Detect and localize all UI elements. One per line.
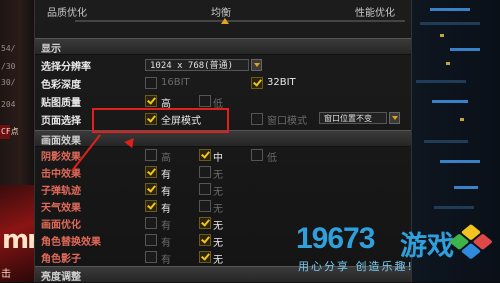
checkbox-trail-on[interactable]: [145, 183, 157, 195]
left-edge-text: 击: [1, 269, 11, 280]
annotation-highlight-box: [92, 108, 229, 133]
checkbox-shadow-high[interactable]: [145, 149, 157, 161]
checkbox-texture-low[interactable]: [199, 95, 211, 107]
right-edge-bar: [440, 160, 480, 163]
row-label: 角色替换效果: [41, 237, 101, 248]
window-position-dropdown-button[interactable]: [389, 112, 400, 124]
right-edge-dot: [440, 34, 444, 37]
right-edge-dot: [446, 62, 450, 65]
option-off: 无: [213, 170, 223, 181]
option-on: 有: [161, 204, 171, 215]
resolution-select[interactable]: 1024 x 768(普通): [145, 59, 249, 71]
checkbox-optimize-on[interactable]: [145, 217, 157, 229]
option-medium: 中: [213, 153, 223, 164]
left-edge-text: /30: [1, 62, 16, 71]
checkbox-16bit[interactable]: [145, 77, 157, 89]
window-position-select[interactable]: 窗口位置不变: [319, 112, 387, 124]
slider-label-balanced: 均衡: [211, 8, 231, 19]
checkbox-optimize-off[interactable]: [199, 217, 211, 229]
checkbox-hit-off[interactable]: [199, 166, 211, 178]
option-off: 无: [213, 187, 223, 198]
row-label: 贴图质量: [41, 98, 81, 109]
watermark-number: 19673: [296, 222, 375, 255]
option-low: 低: [267, 153, 277, 164]
option-window-mode: 窗口模式: [267, 116, 307, 127]
row-label: 页面选择: [41, 116, 81, 127]
checkbox-replace-off[interactable]: [199, 234, 211, 246]
slider-label-performance: 性能优化: [355, 8, 395, 19]
row-label: 角色影子: [41, 254, 81, 265]
quality-slider-thumb[interactable]: [221, 18, 229, 24]
row-bullet-trail: 子弹轨迹 有 无: [35, 181, 411, 198]
right-edge-bar: [430, 8, 470, 11]
checkbox-replace-on[interactable]: [145, 234, 157, 246]
right-edge-bar: [450, 48, 480, 51]
row-label: 阴影效果: [41, 152, 81, 163]
checkbox-trail-off[interactable]: [199, 183, 211, 195]
option-off: 无: [213, 221, 223, 232]
row-hit-effect: 击中效果 有 无: [35, 164, 411, 181]
row-label: 画面优化: [41, 220, 81, 231]
row-texture-quality: 贴图质量 高 低: [35, 93, 411, 110]
right-edge-bar: [420, 22, 480, 25]
checkbox-32bit[interactable]: [251, 77, 263, 89]
checkbox-char-shadow-on[interactable]: [145, 251, 157, 263]
row-label: 天气效果: [41, 203, 81, 214]
watermark-slogan: 用心分享 创造乐趣!: [298, 260, 414, 273]
option-32bit: 32BIT: [267, 77, 296, 88]
quality-slider-track[interactable]: [75, 20, 405, 22]
quality-slider-labels: 品质优化 均衡 性能优化: [35, 4, 411, 19]
left-edge-text: 54/: [1, 44, 16, 53]
section-header-display: 显示: [35, 38, 411, 55]
checkbox-weather-off[interactable]: [199, 200, 211, 212]
left-edge-text: CF点: [1, 127, 19, 136]
row-color-depth: 色彩深度 16BIT 32BIT: [35, 75, 411, 91]
option-off: 无: [213, 238, 223, 249]
right-edge-bar: [434, 206, 474, 209]
option-16bit: 16BIT: [161, 77, 190, 88]
option-off: 无: [213, 255, 223, 266]
option-on: 有: [161, 187, 171, 198]
left-edge-artwork: mn 击: [0, 185, 46, 282]
section-title: 画面效果: [41, 136, 81, 147]
option-on: 有: [161, 221, 171, 232]
option-on: 有: [161, 170, 171, 181]
left-background-panel: 54/ /30 30/ 204 CF点 mn 击: [0, 0, 46, 282]
slider-label-quality: 品质优化: [47, 8, 87, 19]
option-on: 有: [161, 255, 171, 266]
option-on: 有: [161, 238, 171, 249]
right-edge-bar: [416, 80, 466, 83]
right-edge-bar: [454, 186, 478, 189]
section-title: 亮度调整: [41, 272, 81, 283]
right-edge-bar: [424, 140, 468, 143]
checkbox-shadow-low[interactable]: [251, 149, 263, 161]
option-off: 无: [213, 204, 223, 215]
left-edge-text: 30/: [1, 78, 16, 87]
resolution-dropdown-button[interactable]: [251, 59, 262, 71]
checkbox-texture-high[interactable]: [145, 95, 157, 107]
site-watermark: 19673 游戏 用心分享 创造乐趣!: [296, 222, 495, 278]
row-weather: 天气效果 有 无: [35, 198, 411, 215]
checkbox-window-mode[interactable]: [251, 113, 263, 125]
right-edge-dot: [460, 118, 464, 121]
checkbox-shadow-medium[interactable]: [199, 149, 211, 161]
row-shadow: 阴影效果 高 中 低: [35, 147, 411, 164]
checkbox-weather-on[interactable]: [145, 200, 157, 212]
row-label: 选择分辨率: [41, 62, 91, 73]
section-title: 显示: [41, 44, 61, 55]
option-high: 高: [161, 153, 171, 164]
left-edge-text: 204: [1, 100, 16, 109]
checkbox-char-shadow-off[interactable]: [199, 251, 211, 263]
checkbox-hit-on[interactable]: [145, 166, 157, 178]
row-label: 子弹轨迹: [41, 186, 81, 197]
row-label: 色彩深度: [41, 80, 81, 91]
cube-logo-icon: [448, 224, 495, 262]
row-resolution: 选择分辨率 1024 x 768(普通): [35, 57, 411, 73]
right-edge-bar: [432, 100, 468, 103]
